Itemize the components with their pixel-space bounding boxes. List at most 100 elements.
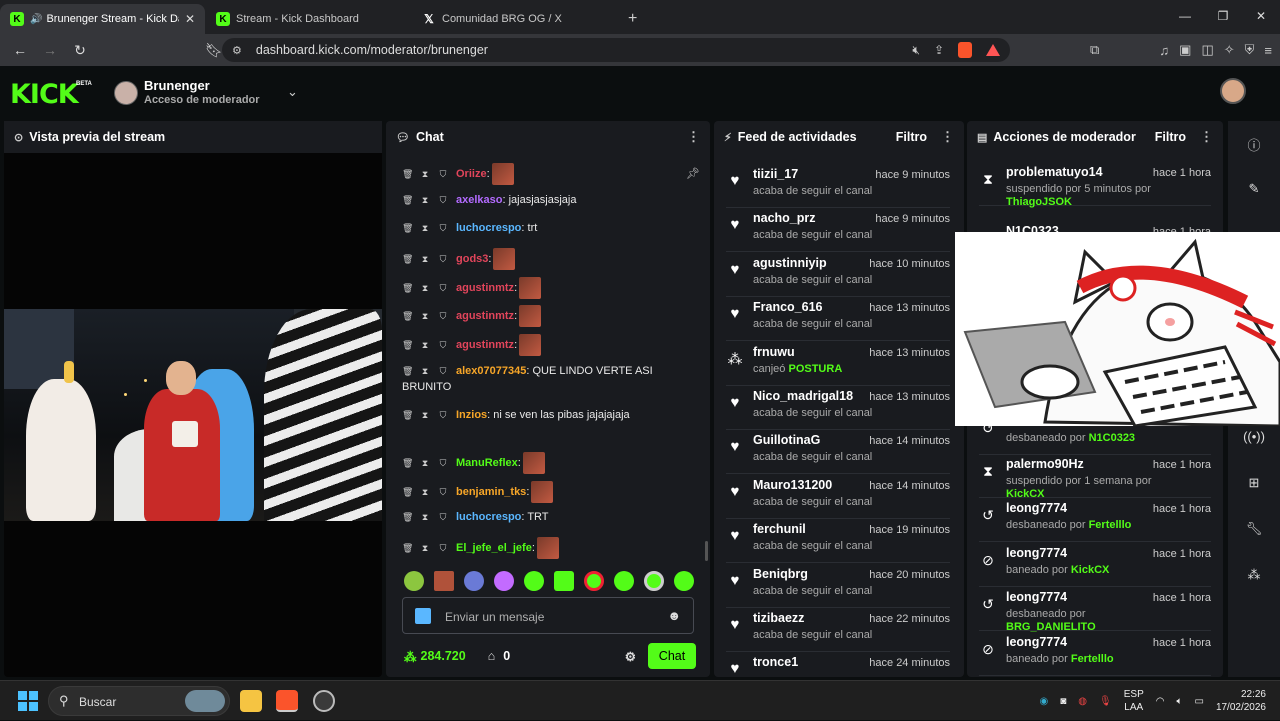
feed-username[interactable]: tronce1: [753, 655, 798, 669]
delete-icon[interactable]: 🗑︎: [402, 509, 413, 525]
edit-icon[interactable]: ✎: [1228, 181, 1280, 197]
send-chat-button[interactable]: Chat: [648, 643, 696, 669]
ban-shield-icon[interactable]: ⛉: [438, 280, 448, 296]
ban-shield-icon[interactable]: ⛉: [438, 407, 448, 423]
feed-username[interactable]: agustinniyip: [753, 256, 827, 270]
mod-action-item[interactable]: ⊘ leong7774 baneado por Fertelllo hace 1 ho…: [979, 632, 1211, 676]
feed-item[interactable]: ⁂ frnuwu canjeó POSTURA hace 13 minutos: [726, 342, 950, 386]
delete-icon[interactable]: 🗑︎: [402, 407, 413, 423]
emote[interactable]: [674, 571, 694, 591]
emote[interactable]: [584, 571, 604, 591]
chat-username[interactable]: gods3: [456, 253, 488, 265]
feed-item[interactable]: ♥ Franco_616 acaba de seguir el canal hace …: [726, 297, 950, 342]
wifi-icon[interactable]: ◠: [1156, 696, 1165, 707]
feed-item[interactable]: ♥ nacho_prz acaba de seguir el canal hace 9…: [726, 208, 950, 253]
clock[interactable]: 22:26 17/02/2026: [1216, 688, 1266, 714]
close-tab-icon[interactable]: ✕: [185, 12, 195, 26]
mod-target-user[interactable]: leong7774: [1006, 590, 1067, 604]
feed-username[interactable]: tiizii_17: [753, 167, 798, 181]
delete-icon[interactable]: 🗑︎: [402, 166, 413, 182]
timeout-icon[interactable]: ⧗: [420, 509, 430, 525]
ban-shield-icon[interactable]: ⛉: [438, 337, 448, 353]
delete-icon[interactable]: 🗑︎: [402, 251, 413, 267]
chevron-down-icon[interactable]: ⌄: [287, 84, 298, 100]
feed-username[interactable]: Beniqbrg: [753, 567, 808, 581]
emote[interactable]: [644, 571, 664, 591]
chat-username[interactable]: luchocrespo: [456, 222, 521, 234]
delete-icon[interactable]: 🗑︎: [402, 280, 413, 296]
minimize-icon[interactable]: —: [1166, 0, 1204, 32]
windows-start-icon[interactable]: [18, 691, 38, 711]
chat-username[interactable]: agustinmtz: [456, 282, 514, 294]
window-close-icon[interactable]: ✕: [1242, 0, 1280, 32]
file-explorer-icon[interactable]: [240, 690, 262, 712]
emoji-icon[interactable]: ☻: [667, 608, 681, 623]
mod-target-user[interactable]: problematuyo14: [1006, 165, 1103, 179]
timeout-icon[interactable]: ⧗: [420, 220, 430, 236]
mod-target-user[interactable]: leong7774: [1006, 635, 1067, 649]
feed-filter-button[interactable]: Filtro: [896, 130, 927, 144]
mod-action-item[interactable]: ↺ leong7774 desbaneado por Fertelllo hace 1…: [979, 498, 1211, 542]
kick-logo[interactable]: KICK: [10, 79, 79, 110]
emote[interactable]: [524, 571, 544, 591]
feed-username[interactable]: Nico_madrigal18: [753, 389, 853, 403]
feed-item[interactable]: ♥ Beniqbrg acaba de seguir el canal hace 20…: [726, 564, 950, 608]
timeout-icon[interactable]: ⧗: [420, 540, 430, 556]
chat-username[interactable]: Inzios: [456, 409, 487, 421]
ban-shield-icon[interactable]: ⛉: [438, 166, 448, 182]
share-icon[interactable]: ⇪: [934, 43, 944, 57]
timeout-icon[interactable]: ⧗: [420, 363, 430, 379]
leo-icon[interactable]: ✧: [1224, 42, 1235, 58]
chat-username[interactable]: axelkaso: [456, 194, 502, 206]
layout-icon[interactable]: ⊞: [1228, 475, 1280, 491]
chat-username[interactable]: alex07077345: [456, 365, 526, 377]
brave-shields-icon[interactable]: [958, 42, 972, 58]
cast-icon[interactable]: ⧉: [1090, 42, 1099, 58]
chat-username[interactable]: El_jefe_el_jefe: [456, 542, 532, 554]
browser-tab-active[interactable]: K 🔊 Brunenger Stream - Kick Dash ✕: [0, 4, 205, 34]
back-icon[interactable]: ←: [8, 42, 32, 58]
chat-username[interactable]: benjamin_tks: [456, 486, 526, 498]
chat-input[interactable]: Enviar un mensaje ☻: [402, 597, 694, 634]
timeout-icon[interactable]: ⧗: [420, 407, 430, 423]
timeout-icon[interactable]: ⧗: [420, 251, 430, 267]
timeout-icon[interactable]: ⧗: [420, 192, 430, 208]
delete-icon[interactable]: 🗑︎: [402, 484, 413, 500]
ban-shield-icon[interactable]: ⛉: [438, 308, 448, 324]
language-indicator[interactable]: ESP LAA: [1124, 688, 1144, 714]
feed-item[interactable]: ♥ tizibaezz acaba de seguir el canal hace 2…: [726, 608, 950, 652]
broadcast-icon[interactable]: ((•)): [1228, 429, 1280, 444]
delete-icon[interactable]: 🗑︎: [402, 455, 413, 471]
timeout-icon[interactable]: ⧗: [420, 337, 430, 353]
feed-item[interactable]: ♥ Mauro131200 acaba de seguir el canal hace…: [726, 475, 950, 519]
chat-username[interactable]: agustinmtz: [456, 310, 514, 322]
media-icon[interactable]: ♫: [1159, 43, 1169, 58]
chat-username[interactable]: luchocrespo: [456, 511, 521, 523]
mod-menu-icon[interactable]: ⋮: [1200, 129, 1213, 145]
feed-username[interactable]: Mauro131200: [753, 478, 832, 492]
kick-emote-icon[interactable]: [415, 608, 431, 624]
site-settings-icon[interactable]: ⚙: [232, 44, 242, 57]
feed-item[interactable]: ♥ GuillotinaG acaba de seguir el canal hace…: [726, 430, 950, 475]
mod-target-user[interactable]: leong7774: [1006, 546, 1067, 560]
timeout-icon[interactable]: ⧗: [420, 280, 430, 296]
address-bar[interactable]: ⚙ dashboard.kick.com/moderator/brunenger…: [222, 38, 1010, 62]
wallet-icon[interactable]: ◫: [1201, 42, 1213, 58]
emote[interactable]: [554, 571, 574, 591]
timeout-icon[interactable]: ⧗: [420, 455, 430, 471]
ban-shield-icon[interactable]: ⛉: [438, 220, 448, 236]
emote[interactable]: [404, 571, 424, 591]
timeout-icon[interactable]: ⧗: [420, 308, 430, 324]
mod-filter-button[interactable]: Filtro: [1155, 130, 1186, 144]
channel-name[interactable]: Brunenger: [144, 78, 210, 93]
chat-settings-icon[interactable]: ⚙: [625, 649, 636, 664]
feed-menu-icon[interactable]: ⋮: [941, 129, 954, 145]
delete-icon[interactable]: 🗑︎: [402, 220, 413, 236]
feed-username[interactable]: ferchunil: [753, 522, 806, 536]
mod-actor[interactable]: KickCX: [1071, 564, 1110, 576]
battery-icon[interactable]: ▭: [1194, 696, 1203, 707]
chat-username[interactable]: Oriize: [456, 168, 487, 180]
feed-item[interactable]: ♥ tiizii_17 acaba de seguir el canal hace 9…: [726, 164, 950, 208]
ban-shield-icon[interactable]: ⛉: [438, 484, 448, 500]
mod-actor[interactable]: ThiagoJSOK: [1006, 196, 1072, 208]
